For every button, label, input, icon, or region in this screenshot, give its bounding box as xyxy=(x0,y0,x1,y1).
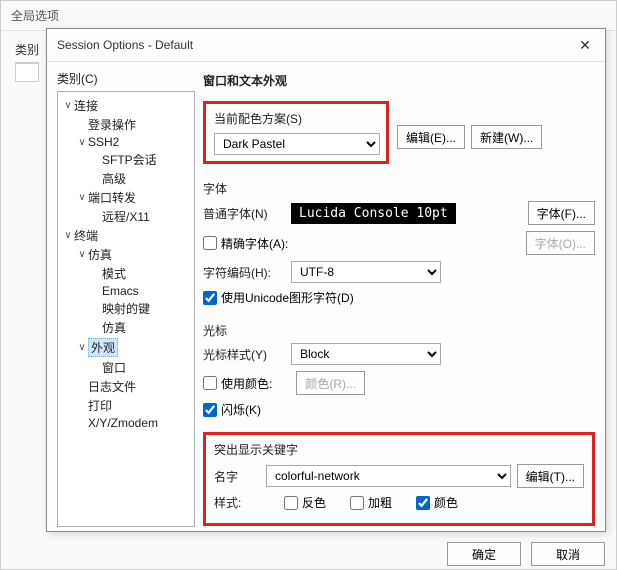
chevron-down-icon[interactable]: ∨ xyxy=(62,100,74,111)
tree-item-label: 登录操作 xyxy=(88,116,136,133)
bold-input[interactable] xyxy=(350,496,364,510)
tree-item-label: 外观 xyxy=(88,338,118,357)
tree-item[interactable]: 远程/X11 xyxy=(60,207,192,226)
tree-item-label: X/Y/Zmodem xyxy=(88,416,158,430)
font-header: 字体 xyxy=(203,180,595,197)
tree-item-label: 连接 xyxy=(74,97,98,114)
chevron-down-icon[interactable]: ∨ xyxy=(76,192,88,203)
tree-item[interactable]: ∨端口转发 xyxy=(60,188,192,207)
category-tree[interactable]: ∨连接登录操作∨SSH2SFTP会话高级∨端口转发远程/X11∨终端∨仿真模式E… xyxy=(57,91,195,527)
tree-item-label: 终端 xyxy=(74,227,98,244)
tree-item[interactable]: ∨连接 xyxy=(60,96,192,115)
tree-item-label: 模式 xyxy=(102,265,126,282)
font-section: 字体 普通字体(N) Lucida Console 10pt 字体(F)... … xyxy=(203,178,595,312)
bold-checkbox[interactable]: 加粗 xyxy=(350,494,392,511)
chevron-down-icon[interactable]: ∨ xyxy=(76,342,88,353)
highlight-name-select[interactable]: colorful-network xyxy=(266,465,511,487)
encoding-select[interactable]: UTF-8 xyxy=(291,261,441,283)
cancel-button[interactable]: 取消 xyxy=(531,542,605,566)
dialog-titlebar: Session Options - Default ✕ xyxy=(47,29,605,62)
color-scheme-highlight-box: 当前配色方案(S) Dark Pastel xyxy=(203,101,389,164)
color-scheme-label: 当前配色方案(S) xyxy=(214,110,378,127)
parent-tab-stub xyxy=(15,62,39,82)
font-sample: Lucida Console 10pt xyxy=(291,203,456,224)
cursor-section: 光标 光标样式(Y) Block 使用颜色: 颜色(R)... xyxy=(203,320,595,424)
tree-item[interactable]: ∨仿真 xyxy=(60,245,192,264)
close-icon[interactable]: ✕ xyxy=(575,35,595,55)
blink-checkbox[interactable]: 闪烁(K) xyxy=(203,401,261,418)
color-scheme-select[interactable]: Dark Pastel xyxy=(214,133,380,155)
tree-item-label: 仿真 xyxy=(88,246,112,263)
new-scheme-button[interactable]: 新建(W)... xyxy=(471,125,542,149)
cursor-header: 光标 xyxy=(203,322,595,339)
tree-item[interactable]: ∨外观 xyxy=(60,337,192,358)
session-options-dialog: Session Options - Default ✕ 类别(C) ∨连接登录操… xyxy=(46,28,606,532)
chevron-down-icon[interactable]: ∨ xyxy=(76,249,88,260)
tree-item[interactable]: SFTP会话 xyxy=(60,150,192,169)
tree-item[interactable]: 仿真 xyxy=(60,318,192,337)
reverse-checkbox[interactable]: 反色 xyxy=(284,494,326,511)
encoding-label: 字符编码(H): xyxy=(203,264,285,281)
tree-item-label: 打印 xyxy=(88,397,112,414)
highlight-edit-button[interactable]: 编辑(T)... xyxy=(517,464,584,488)
precise-font-checkbox[interactable]: 精确字体(A): xyxy=(203,235,288,252)
highlight-header: 突出显示关键字 xyxy=(214,441,584,458)
precise-font-button: 字体(O)... xyxy=(526,231,595,255)
page-title: 窗口和文本外观 xyxy=(203,70,595,93)
tree-item[interactable]: 打印 xyxy=(60,396,192,415)
use-color-input[interactable] xyxy=(203,376,217,390)
cursor-color-button: 颜色(R)... xyxy=(296,371,365,395)
content-panel: 窗口和文本外观 当前配色方案(S) Dark Pastel 编辑(E)... 新… xyxy=(203,70,595,527)
tree-item-label: 日志文件 xyxy=(88,378,136,395)
cursor-style-label: 光标样式(Y) xyxy=(203,346,285,363)
font-button[interactable]: 字体(F)... xyxy=(528,201,595,225)
tree-item[interactable]: 模式 xyxy=(60,264,192,283)
tree-item-label: SFTP会话 xyxy=(102,151,157,168)
tree-item[interactable]: 日志文件 xyxy=(60,377,192,396)
unicode-graphics-input[interactable] xyxy=(203,291,217,305)
tree-item[interactable]: 高级 xyxy=(60,169,192,188)
tree-item-label: 高级 xyxy=(102,170,126,187)
tree-item-label: Emacs xyxy=(102,284,139,298)
use-color-checkbox[interactable]: 使用颜色: xyxy=(203,375,272,392)
reverse-input[interactable] xyxy=(284,496,298,510)
tree-item[interactable]: X/Y/Zmodem xyxy=(60,415,192,431)
unicode-graphics-checkbox[interactable]: 使用Unicode图形字符(D) xyxy=(203,289,354,306)
bottom-button-bar: 确定 取消 xyxy=(447,542,605,566)
parent-window-title: 全局选项 xyxy=(1,1,616,31)
tree-item-label: 端口转发 xyxy=(88,189,136,206)
edit-scheme-button[interactable]: 编辑(E)... xyxy=(397,125,465,149)
category-label: 类别(C) xyxy=(57,70,195,87)
blink-input[interactable] xyxy=(203,403,217,417)
ok-button[interactable]: 确定 xyxy=(447,542,521,566)
tree-item-label: 映射的键 xyxy=(102,300,150,317)
dialog-title: Session Options - Default xyxy=(57,38,193,52)
tree-item[interactable]: 窗口 xyxy=(60,358,192,377)
color-checkbox[interactable]: 颜色 xyxy=(416,494,458,511)
highlight-style-label: 样式: xyxy=(214,494,260,511)
tree-item[interactable]: 登录操作 xyxy=(60,115,192,134)
highlight-keywords-box: 突出显示关键字 名字 colorful-network 编辑(T)... 样式:… xyxy=(203,432,595,526)
tree-item[interactable]: ∨SSH2 xyxy=(60,134,192,150)
tree-item-label: 仿真 xyxy=(102,319,126,336)
chevron-down-icon[interactable]: ∨ xyxy=(62,230,74,241)
tree-item[interactable]: ∨终端 xyxy=(60,226,192,245)
normal-font-label: 普通字体(N) xyxy=(203,205,285,222)
tree-item-label: 远程/X11 xyxy=(102,208,150,225)
tree-item-label: SSH2 xyxy=(88,135,119,149)
color-input[interactable] xyxy=(416,496,430,510)
tree-item-label: 窗口 xyxy=(102,359,126,376)
tree-item[interactable]: Emacs xyxy=(60,283,192,299)
precise-font-input[interactable] xyxy=(203,236,217,250)
tree-item[interactable]: 映射的键 xyxy=(60,299,192,318)
chevron-down-icon[interactable]: ∨ xyxy=(76,137,88,148)
cursor-style-select[interactable]: Block xyxy=(291,343,441,365)
highlight-name-label: 名字 xyxy=(214,468,260,485)
